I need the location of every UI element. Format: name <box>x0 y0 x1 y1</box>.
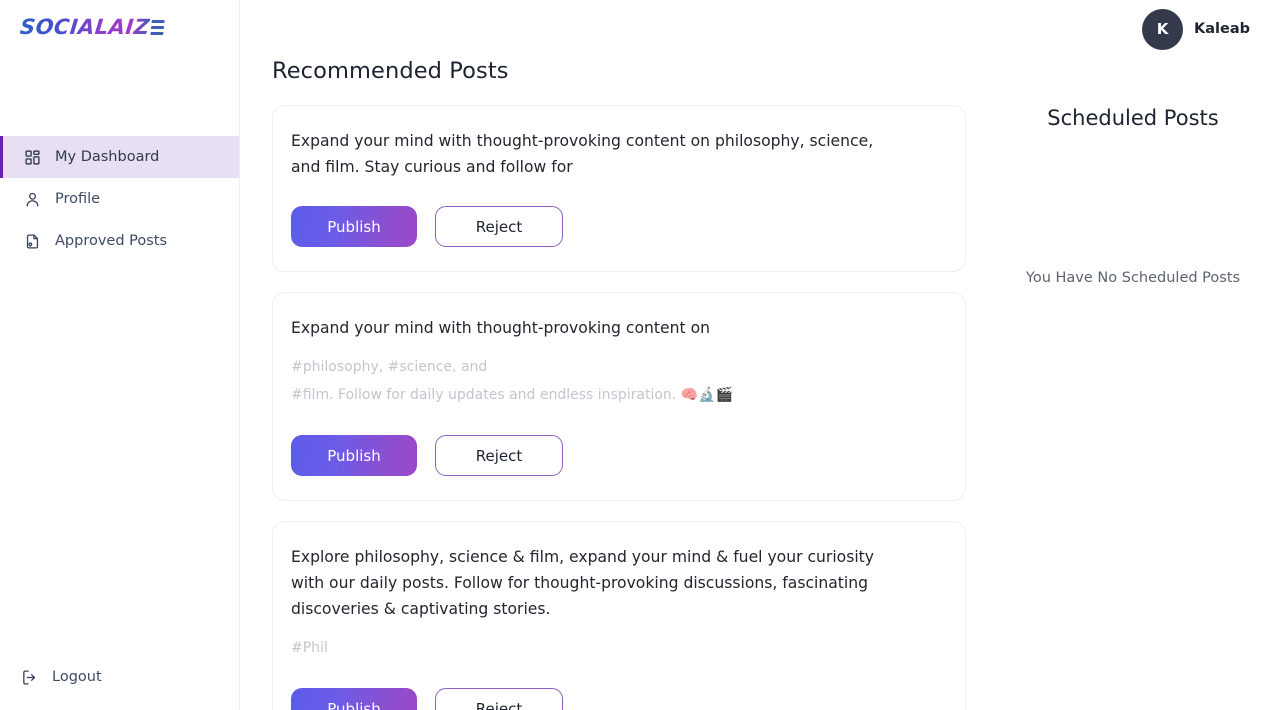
logout-label: Logout <box>52 669 102 685</box>
avatar[interactable]: K <box>1142 8 1183 50</box>
brand-logo-text: SOCIALAIZ <box>18 15 151 39</box>
sidebar-nav: My Dashboard Profile Approved Posts <box>0 136 239 262</box>
main-content: K Kaleab Recommended Posts Expand your m… <box>240 0 1280 710</box>
sidebar: SOCIALAIZ My Dashboard Profile Approved … <box>0 0 240 710</box>
document-approved-icon <box>23 232 42 251</box>
post-hashtags-line: #philosophy, #science, and <box>291 359 488 375</box>
post-text: Expand your mind with thought-provoking … <box>291 319 710 337</box>
app-root: SOCIALAIZ My Dashboard Profile Approved … <box>0 0 1280 710</box>
scheduled-posts-column: Scheduled Posts You Have No Scheduled Po… <box>966 52 1280 710</box>
logout-arrow-icon <box>20 668 39 687</box>
sidebar-item-my-dashboard[interactable]: My Dashboard <box>0 136 239 178</box>
post-hashtags-line: #Phil <box>291 640 328 656</box>
post-actions: Publish Reject <box>291 435 941 476</box>
brand-logo-e-bars <box>149 20 165 35</box>
scheduled-posts-title: Scheduled Posts <box>1047 106 1219 130</box>
sidebar-item-profile[interactable]: Profile <box>0 178 239 220</box>
reject-button[interactable]: Reject <box>435 688 563 710</box>
reject-button[interactable]: Reject <box>435 435 563 476</box>
post-card: Expand your mind with thought-provoking … <box>272 292 966 501</box>
sidebar-item-label: Profile <box>55 191 101 207</box>
brand-logo[interactable]: SOCIALAIZ <box>0 0 239 60</box>
username-label: Kaleab <box>1194 21 1250 37</box>
user-icon <box>23 190 42 209</box>
recommended-posts-column: Recommended Posts Expand your mind with … <box>272 52 966 710</box>
post-actions: Publish Reject <box>291 688 941 710</box>
dashboard-grid-icon <box>23 148 42 167</box>
post-text: Explore philosophy, science & film, expa… <box>291 548 875 618</box>
scheduled-posts-empty-message: You Have No Scheduled Posts <box>1025 270 1241 286</box>
sidebar-item-label: Approved Posts <box>55 233 168 249</box>
body-columns: Recommended Posts Expand your mind with … <box>240 52 1280 710</box>
post-text: Expand your mind with thought-provoking … <box>291 132 874 176</box>
reject-button[interactable]: Reject <box>435 206 563 247</box>
publish-button[interactable]: Publish <box>291 688 417 710</box>
post-card: Expand your mind with thought-provoking … <box>272 105 966 272</box>
publish-button[interactable]: Publish <box>291 435 417 476</box>
topbar: K Kaleab <box>240 0 1280 58</box>
sidebar-item-approved-posts[interactable]: Approved Posts <box>0 220 239 262</box>
logout-button[interactable]: Logout <box>0 656 239 698</box>
sidebar-item-label: My Dashboard <box>55 149 160 165</box>
page-title: Recommended Posts <box>272 58 509 84</box>
post-actions: Publish Reject <box>291 206 941 247</box>
publish-button[interactable]: Publish <box>291 206 417 247</box>
post-hashtags-line: #film. Follow for daily updates and endl… <box>291 387 733 403</box>
post-card: Explore philosophy, science & film, expa… <box>272 521 966 710</box>
